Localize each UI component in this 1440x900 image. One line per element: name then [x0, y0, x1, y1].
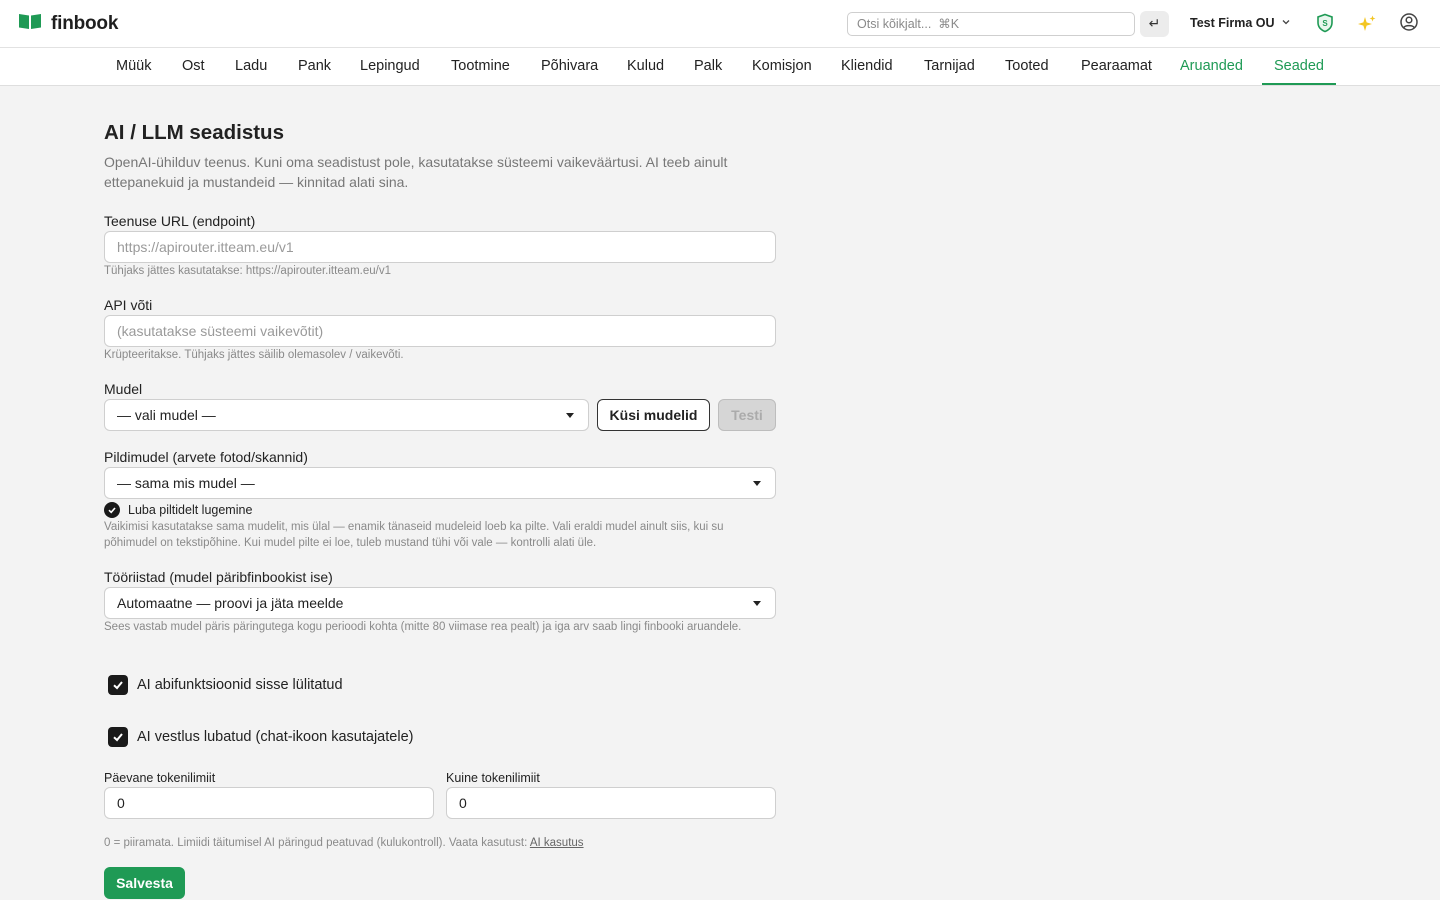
chat-enabled-checkbox[interactable]: AI vestlus lubatud (chat-ikoon kasutajat… — [108, 727, 413, 747]
svg-text:S: S — [1322, 19, 1328, 28]
tools-select-value: Automaatne — proovi ja jäta meelde — [117, 595, 344, 611]
vision-checkbox-label: Luba piltidelt lugemine — [128, 503, 253, 517]
app-logo[interactable]: finbook — [18, 12, 118, 35]
model-label: Mudel — [104, 381, 143, 397]
ai-usage-link[interactable]: AI kasutus — [530, 837, 584, 849]
nav-item-aruanded[interactable]: Aruanded — [1180, 48, 1243, 86]
image-model-help: Vaikimisi kasutatakse sama mudelit, mis … — [104, 521, 724, 549]
checkbox-checked-icon — [108, 727, 128, 747]
test-model-button[interactable]: Testi — [718, 399, 776, 431]
global-search-input[interactable] — [847, 12, 1135, 36]
caret-down-icon — [753, 481, 761, 486]
nav-item-lepingud[interactable]: Lepingud — [360, 48, 420, 86]
nav-item-muuk[interactable]: Müük — [116, 48, 151, 86]
nav-item-ost[interactable]: Ost — [182, 48, 205, 86]
top-bar: finbook ↵ Test Firma OU S — [0, 0, 1440, 48]
search-submit-button[interactable]: ↵ — [1140, 11, 1169, 37]
nav-item-ladu[interactable]: Ladu — [235, 48, 267, 86]
caret-down-icon — [753, 601, 761, 606]
vision-checkbox[interactable]: Luba piltidelt lugemine — [104, 502, 252, 518]
nav-item-tooted[interactable]: Tooted — [1005, 48, 1049, 86]
company-switcher[interactable]: Test Firma OU — [1190, 16, 1291, 30]
nav-item-komisjon[interactable]: Komisjon — [752, 48, 812, 86]
save-button[interactable]: Salvesta — [104, 867, 185, 899]
tools-select[interactable]: Automaatne — proovi ja jäta meelde — [104, 587, 776, 619]
monthly-limit-label: Kuine tokenilimiit — [446, 771, 540, 785]
nav-item-kulud[interactable]: Kulud — [627, 48, 664, 86]
nav-item-palk[interactable]: Palk — [694, 48, 722, 86]
checkbox-checked-icon — [108, 675, 128, 695]
page-intro: OpenAI-ühilduv teenus. Kuni oma seadistu… — [104, 154, 728, 190]
model-select[interactable]: — vali mudel — — [104, 399, 589, 431]
nav-item-tootmine[interactable]: Tootmine — [451, 48, 510, 86]
page-title: AI / LLM seadistus — [104, 121, 284, 144]
active-tab-indicator — [1262, 83, 1336, 85]
nav-item-pohivara[interactable]: Põhivara — [541, 48, 598, 86]
image-model-label: Pildimudel (arvete fotod/skannid) — [104, 449, 308, 465]
api-key-label: API võti — [104, 297, 153, 313]
ai-enabled-checkbox[interactable]: AI abifunktsioonid sisse lülitatud — [108, 675, 343, 695]
chevron-down-icon — [1281, 16, 1291, 30]
endpoint-input[interactable] — [104, 231, 776, 263]
limits-help: 0 = piiramata. Limiidi täitumisel AI pär… — [104, 835, 804, 851]
shield-s-icon[interactable]: S — [1315, 13, 1335, 33]
monthly-limit-input[interactable] — [446, 787, 776, 819]
daily-limit-label: Päevane tokenilimiit — [104, 771, 216, 785]
tools-label: Tööriistad (mudel päribfinbookist ise) — [104, 569, 333, 585]
user-circle-icon[interactable] — [1399, 12, 1419, 32]
image-model-select[interactable]: — sama mis mudel — — [104, 467, 776, 499]
ai-enabled-label: AI abifunktsioonid sisse lülitatud — [137, 677, 343, 693]
app-name: finbook — [51, 12, 119, 34]
limits-help-text: 0 = piiramata. Limiidi täitumisel AI pär… — [104, 837, 528, 849]
tools-help: Sees vastab mudel päris päringutega kogu… — [104, 621, 742, 633]
endpoint-label: Teenuse URL (endpoint) — [104, 213, 256, 229]
check-circle-icon — [104, 502, 120, 518]
chat-enabled-label: AI vestlus lubatud (chat-ikoon kasutajat… — [137, 729, 414, 745]
nav-item-kliendid[interactable]: Kliendid — [841, 48, 893, 86]
nav-item-seaded[interactable]: Seaded — [1274, 48, 1324, 86]
api-key-input[interactable] — [104, 315, 776, 347]
endpoint-help: Tühjaks jättes kasutatakse: https://apir… — [104, 265, 392, 277]
nav-item-pank[interactable]: Pank — [298, 48, 331, 86]
api-key-help: Krüpteeritakse. Tühjaks jättes säilib ol… — [104, 349, 404, 361]
nav-item-tarnijad[interactable]: Tarnijad — [924, 48, 975, 86]
company-name: Test Firma OU — [1190, 16, 1275, 30]
caret-down-icon — [566, 413, 574, 418]
enter-icon: ↵ — [1148, 16, 1161, 32]
daily-limit-input[interactable] — [104, 787, 434, 819]
nav-item-pearaamat[interactable]: Pearaamat — [1081, 48, 1152, 86]
image-model-select-value: — sama mis mudel — — [117, 475, 255, 491]
model-select-value: — vali mudel — — [117, 407, 216, 423]
fetch-models-button[interactable]: Küsi mudelid — [597, 399, 710, 431]
sparkles-icon[interactable] — [1357, 14, 1377, 34]
logo-book-icon — [18, 12, 42, 35]
main-nav: Müük Ost Ladu Pank Lepingud Tootmine Põh… — [0, 48, 1440, 86]
